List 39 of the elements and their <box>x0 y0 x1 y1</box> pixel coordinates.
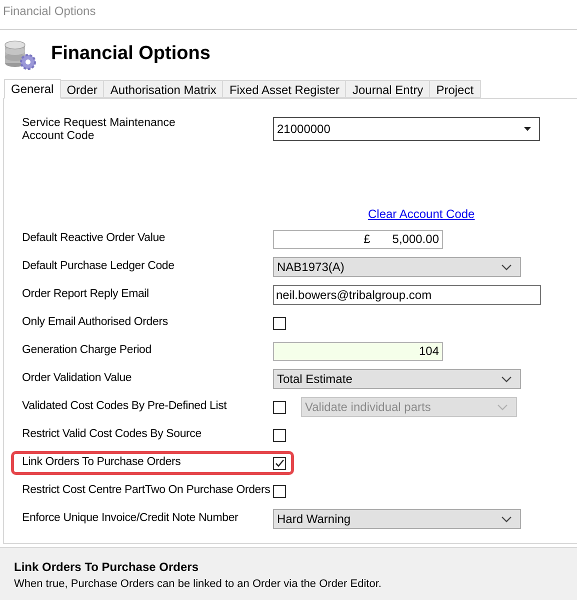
email-field[interactable]: neil.bowers@tribalgroup.com <box>273 285 541 305</box>
field-label: Service Request Maintenance Account Code <box>22 117 176 143</box>
field-label: Default Purchase Ledger Code <box>22 259 176 274</box>
chevron-down-icon <box>501 264 512 270</box>
chevron-down-icon <box>501 516 512 522</box>
tab[interactable]: Project <box>429 80 481 98</box>
field-label: Default Reactive Order Value <box>22 231 166 246</box>
number-field[interactable]: 104 <box>273 342 443 360</box>
field-label: Generation Charge Period <box>22 343 152 358</box>
description-title: Link Orders To Purchase Orders <box>14 559 200 576</box>
checkbox[interactable] <box>273 316 286 330</box>
tab[interactable]: Journal Entry <box>345 80 430 98</box>
field-label: Order Report Reply Email <box>22 287 150 302</box>
checkbox[interactable] <box>273 428 286 442</box>
field-label: Validated Cost Codes By Pre-Defined List <box>22 399 228 414</box>
field-label: Order Validation Value <box>22 371 133 386</box>
clear-account-code-link[interactable]: Clear Account Code <box>368 205 475 225</box>
dropdown[interactable]: Hard Warning <box>273 509 521 529</box>
chevron-down-icon <box>497 404 508 410</box>
field-label: Restrict Cost Centre PartTwo On Purchase Orders <box>22 483 272 498</box>
field-label: Link Orders To Purchase Orders <box>22 455 182 470</box>
caret-icon <box>524 127 531 131</box>
tab[interactable]: Order <box>60 80 104 98</box>
tab[interactable]: General <box>4 79 61 99</box>
page-title: Financial Options <box>51 42 210 66</box>
field-label: Restrict Valid Cost Codes By Source <box>22 427 202 442</box>
chevron-down-icon <box>501 376 512 382</box>
combo-box[interactable]: 21000000 <box>273 117 540 141</box>
tab[interactable]: Fixed Asset Register <box>222 80 346 98</box>
tab[interactable]: Authorisation Matrix <box>103 80 224 98</box>
currency-field[interactable]: £ 5,000.00 <box>273 230 443 248</box>
dropdown[interactable]: NAB1973(A) <box>273 257 521 277</box>
checkbox[interactable] <box>273 456 286 470</box>
field-label: Enforce Unique Invoice/Credit Note Number <box>22 511 240 526</box>
window-title: Financial Options <box>3 3 96 20</box>
field-label: Only Email Authorised Orders <box>22 315 169 330</box>
dropdown[interactable]: Total Estimate <box>273 369 521 389</box>
description-text: When true, Purchase Orders can be linked to an Order via the Order Editor. <box>14 577 382 592</box>
checkbox[interactable] <box>273 484 286 498</box>
